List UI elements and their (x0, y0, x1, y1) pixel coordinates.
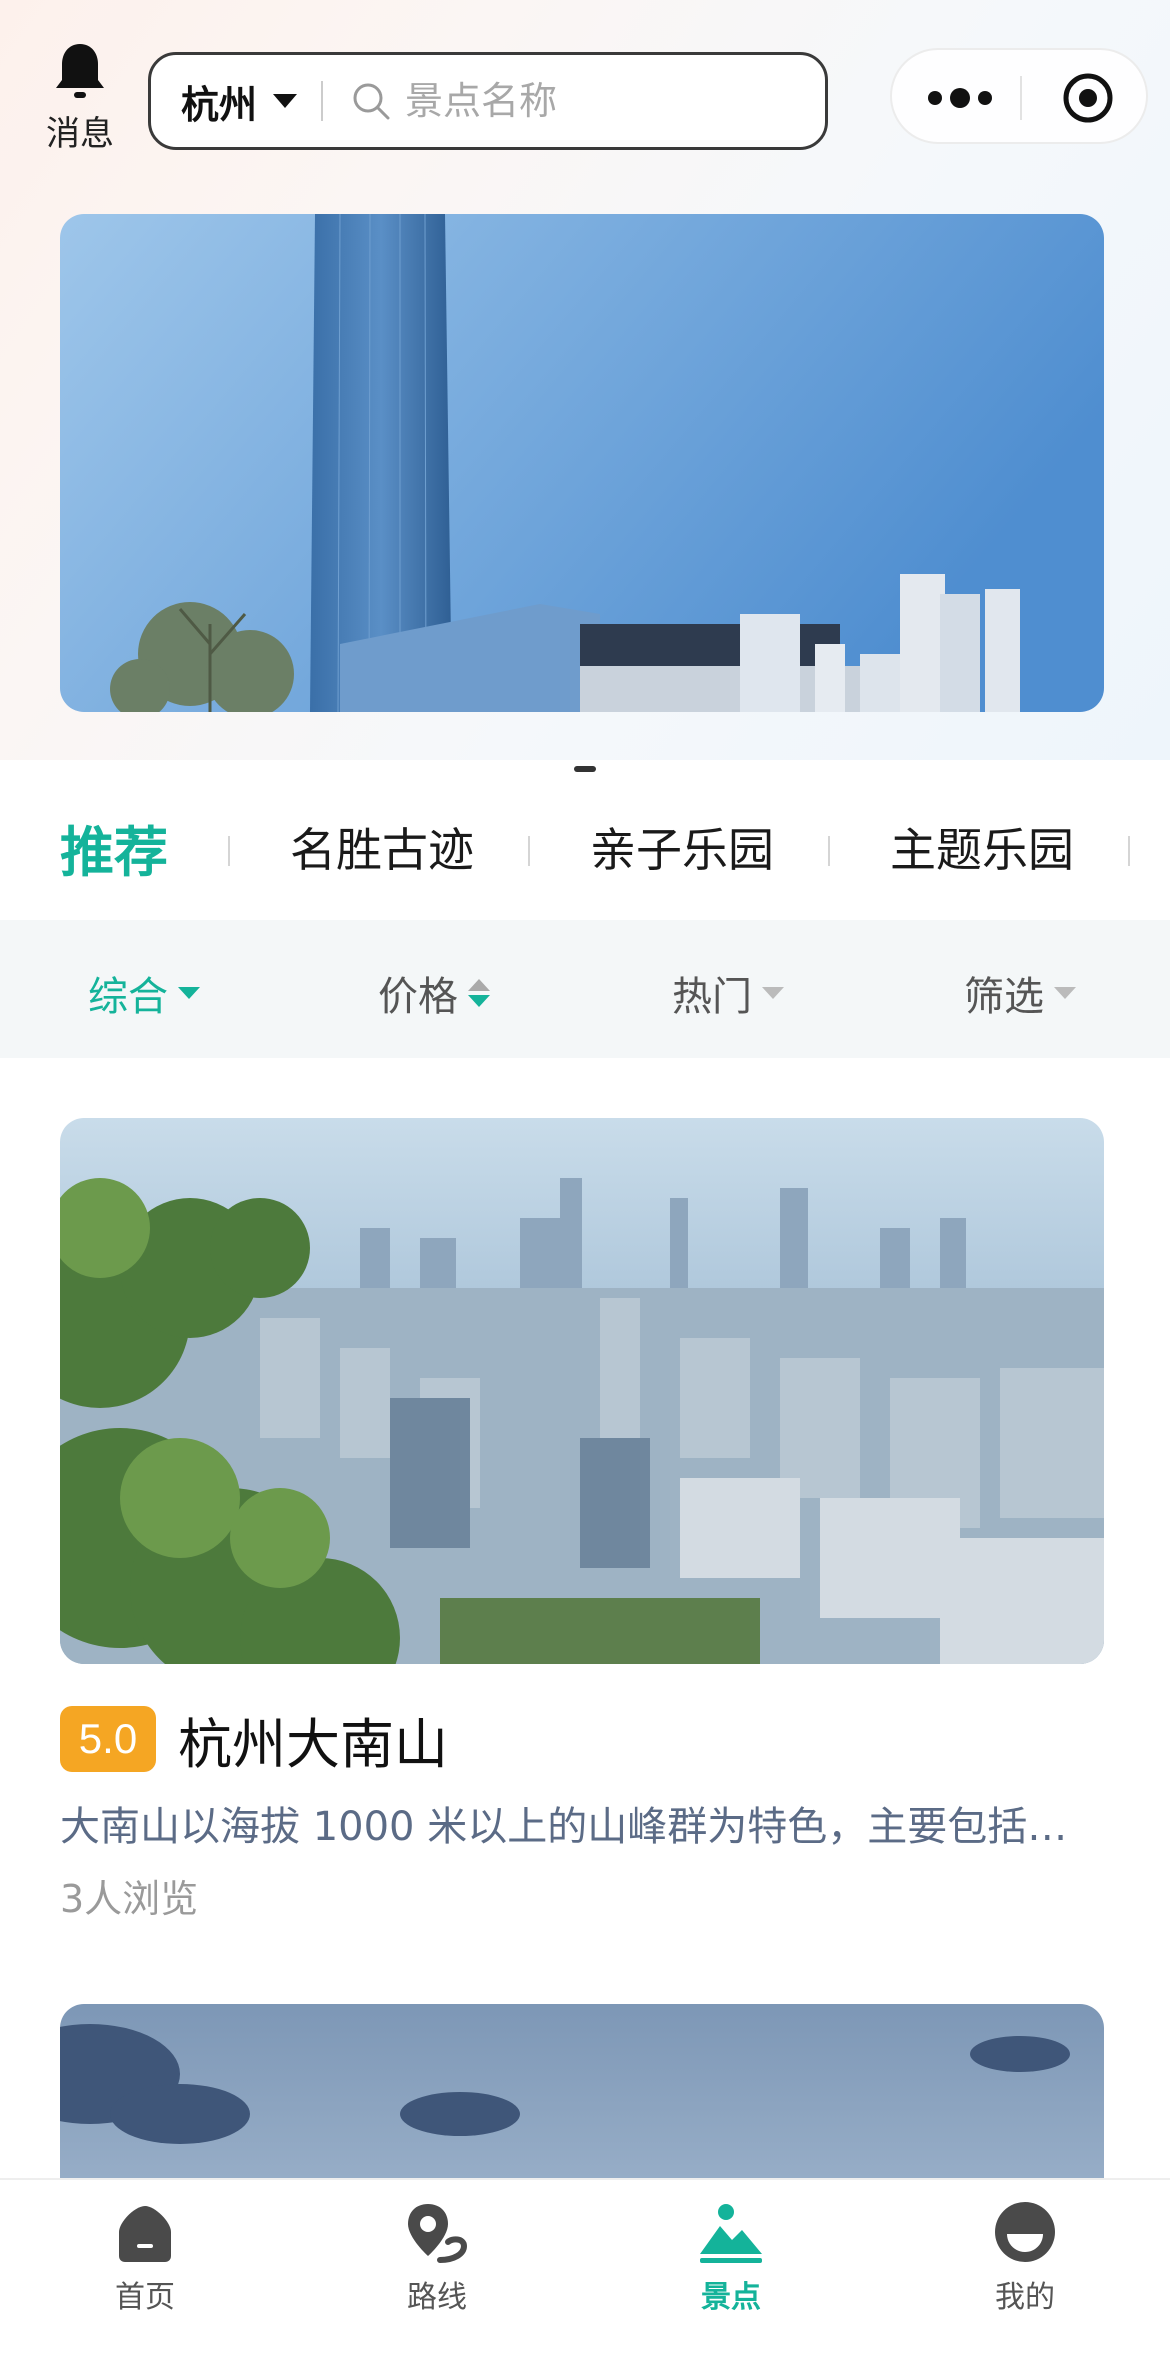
filter-price[interactable]: 价格 (378, 964, 490, 1022)
filter-bar: 综合 价格 热门 筛选 (0, 920, 1170, 1058)
sort-icon (468, 979, 490, 1007)
message-button[interactable]: 消息 (40, 40, 120, 160)
banner-indicator (574, 766, 596, 772)
bell-icon (56, 44, 104, 98)
tab-separator (1128, 836, 1130, 866)
banner-image[interactable] (60, 214, 1104, 712)
tab-route-label: 路线 (407, 2280, 467, 2315)
filter-price-label: 价格 (378, 974, 458, 1020)
filter-overall[interactable]: 综合 (88, 964, 200, 1022)
scenic-card-description: 大南山以海拔 1000 米以上的山峰群为特色，主要包括… (60, 1804, 1068, 1850)
mini-program-capsule (890, 48, 1148, 144)
scenery-icon (700, 2204, 762, 2263)
scenic-card-image[interactable] (60, 1118, 1104, 1664)
bottom-tab-bar: 首页 路线 景点 我的 (0, 2178, 1170, 2369)
tab-scenery-label: 景点 (701, 2280, 761, 2315)
filter-more-label: 筛选 (964, 974, 1044, 1020)
scenic-card-title-row[interactable]: 5.0 杭州大南山 (60, 1706, 448, 1776)
tab-recommend[interactable]: 推荐 (60, 808, 168, 887)
scenic-card-title: 杭州大南山 (178, 1712, 448, 1776)
filter-popular[interactable]: 热门 (672, 964, 784, 1022)
caret-down-icon (273, 94, 298, 108)
category-tabs: 推荐 名胜古迹 亲子乐园 主题乐园 (0, 800, 1170, 900)
filter-popular-label: 热门 (672, 974, 752, 1020)
filter-more[interactable]: 筛选 (964, 964, 1076, 1022)
route-icon (408, 2204, 468, 2263)
tab-separator (528, 836, 530, 866)
tab-home-label: 首页 (115, 2280, 175, 2315)
tab-profile-label: 我的 (995, 2280, 1055, 2315)
tab-historic-sites[interactable]: 名胜古迹 (290, 814, 474, 880)
search-input[interactable] (405, 79, 766, 123)
tab-scenery[interactable]: 景点 (656, 2198, 806, 2316)
tab-separator (228, 836, 230, 866)
tab-route[interactable]: 路线 (362, 2198, 512, 2316)
home-icon (119, 2206, 171, 2262)
tab-separator (828, 836, 830, 866)
more-icon[interactable] (928, 88, 992, 108)
search-divider (321, 81, 324, 121)
tab-family-park[interactable]: 亲子乐园 (590, 814, 774, 880)
city-selector[interactable]: 杭州 (151, 74, 298, 129)
filter-overall-label: 综合 (88, 974, 168, 1020)
rating-badge: 5.0 (60, 1706, 156, 1772)
top-header: 消息 杭州 (0, 0, 1170, 190)
city-label: 杭州 (181, 82, 258, 127)
target-icon[interactable] (1060, 70, 1116, 126)
search-icon (353, 83, 390, 120)
tab-profile[interactable]: 我的 (950, 2198, 1100, 2316)
capsule-divider (1020, 76, 1022, 120)
caret-down-icon (1054, 987, 1076, 999)
caret-down-icon (178, 987, 200, 999)
tab-home[interactable]: 首页 (70, 2198, 220, 2316)
message-label: 消息 (46, 114, 114, 154)
scenic-card-views: 3人浏览 (60, 1877, 199, 1921)
search-bar[interactable]: 杭州 (148, 52, 828, 150)
profile-icon (995, 2202, 1055, 2262)
tab-theme-park[interactable]: 主题乐园 (890, 814, 1074, 880)
caret-down-icon (762, 987, 784, 999)
